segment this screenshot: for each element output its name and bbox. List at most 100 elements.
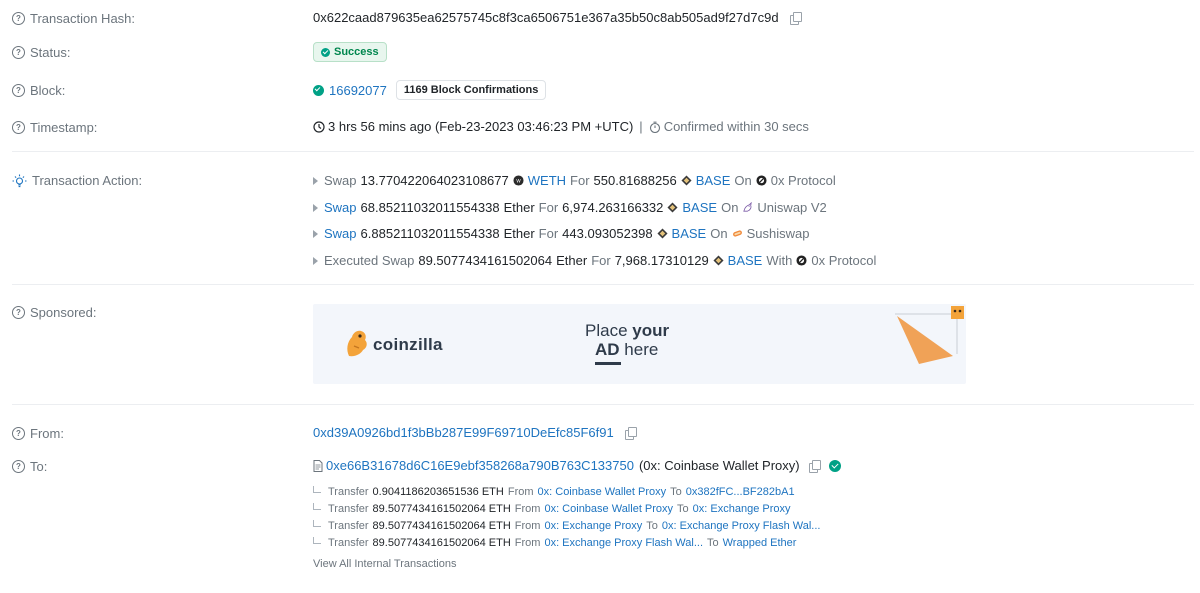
caret-right-icon	[313, 256, 318, 265]
action-amount: 68.85211032011554338	[360, 200, 500, 215]
tx-hash-value-row: 0x622caad879635ea62575745c8f3ca6506751e3…	[313, 10, 802, 25]
ad-brand: coinzilla	[373, 335, 443, 354]
block-number-link[interactable]: 16692077	[329, 83, 387, 98]
contract-file-icon	[313, 459, 323, 472]
tree-branch-icon	[313, 503, 321, 510]
tree-branch-icon	[313, 537, 321, 544]
help-icon[interactable]: ?	[12, 427, 25, 440]
transfer-from-link[interactable]: 0x: Exchange Proxy Flash Wal...	[544, 537, 703, 549]
check-circle-icon	[313, 84, 324, 96]
help-icon[interactable]: ?	[12, 84, 25, 97]
0x-protocol-icon	[796, 255, 807, 266]
base-token-icon	[681, 175, 692, 186]
transfer-to-link[interactable]: 0x: Exchange Proxy Flash Wal...	[662, 520, 821, 532]
internal-transfer-row: Transfer 0.9041186203651536 ETH From 0x:…	[313, 486, 795, 498]
to-address-link[interactable]: 0xe66B31678d6C16E9ebf358268a790B763C1337…	[326, 458, 634, 473]
confirmations-badge: 1169 Block Confirmations	[395, 80, 547, 100]
token-link-weth[interactable]: WETH	[528, 173, 566, 188]
from-value-row: 0xd39A0926bd1f3bBb287E99F69710DeEfc85F6f…	[313, 425, 637, 440]
action-prep: On	[710, 226, 728, 241]
block-label: ? Block:	[12, 83, 65, 98]
clock-icon	[313, 120, 325, 133]
action-amount-out: 6,974.263166332	[562, 200, 664, 215]
help-icon[interactable]: ?	[12, 12, 25, 25]
svg-text:W: W	[516, 178, 521, 184]
status-badge: Success	[313, 42, 387, 62]
verified-check-icon	[828, 459, 841, 472]
stopwatch-icon	[649, 121, 660, 133]
copy-icon[interactable]	[624, 426, 637, 440]
help-icon[interactable]: ?	[12, 460, 25, 473]
transfer-from-link[interactable]: 0x: Coinbase Wallet Proxy	[538, 486, 667, 498]
base-token-icon	[657, 228, 668, 239]
action-amount: 6.885211032011554338	[360, 226, 500, 241]
ad-corner-graphic	[895, 306, 964, 364]
internal-transfer-row: Transfer 89.5077434161502064 ETH From 0x…	[313, 503, 791, 515]
action-verb-link[interactable]: Swap	[324, 226, 357, 241]
token-link-base[interactable]: BASE	[696, 173, 731, 188]
from-address-link[interactable]: 0xd39A0926bd1f3bBb287E99F69710DeEfc85F6f…	[313, 425, 614, 440]
ad-underline	[595, 362, 621, 365]
help-icon[interactable]: ?	[12, 121, 25, 134]
action-for: For	[570, 173, 590, 188]
to-value-row: 0xe66B31678d6C16E9ebf358268a790B763C1337…	[313, 458, 841, 473]
action-verb-link[interactable]: Swap	[324, 200, 357, 215]
transfer-from-link[interactable]: 0x: Exchange Proxy	[544, 520, 642, 532]
base-token-icon	[667, 202, 678, 213]
action-venue[interactable]: Uniswap V2	[757, 200, 826, 215]
confirmed-within: Confirmed within 30 secs	[663, 119, 809, 134]
action-for: For	[538, 200, 559, 215]
status-label: ? Status:	[12, 45, 70, 60]
weth-token-icon: W	[513, 175, 524, 186]
action-verb: Swap	[324, 173, 357, 188]
action-amount: 13.770422064023108677	[360, 173, 509, 188]
action-amount-out: 443.093052398	[562, 226, 653, 241]
action-for: For	[538, 226, 559, 241]
divider	[12, 151, 1194, 152]
uniswap-unicorn-icon	[743, 202, 753, 212]
action-venue[interactable]: 0x Protocol	[811, 253, 876, 268]
to-label: ? To:	[12, 459, 47, 474]
action-token-in: Ether	[503, 226, 535, 241]
check-circle-icon	[321, 47, 330, 57]
timestamp-label: ? Timestamp:	[12, 120, 97, 135]
token-link-base[interactable]: BASE	[728, 253, 763, 268]
block-value-row: 16692077 1169 Block Confirmations	[313, 80, 547, 100]
tx-action-label: Transaction Action:	[12, 173, 142, 188]
token-link-base[interactable]: BASE	[672, 226, 707, 241]
ad-headline: Place your AD here	[585, 321, 670, 359]
transfer-to-link[interactable]: 0x: Exchange Proxy	[693, 503, 791, 515]
action-row: Swap 6.885211032011554338 Ether For 443.…	[313, 226, 809, 241]
base-token-icon	[713, 255, 724, 266]
to-contract-name: (0x: Coinbase Wallet Proxy)	[638, 458, 800, 473]
transfer-to-link[interactable]: 0x382fFC...BF282bA1	[686, 486, 795, 498]
coinzilla-mascot-icon	[347, 330, 367, 357]
action-prep: On	[721, 200, 739, 215]
action-token-in: Ether	[556, 253, 588, 268]
transfer-to-link[interactable]: Wrapped Ether	[723, 537, 797, 549]
sponsored-label: ? Sponsored:	[12, 305, 97, 320]
action-venue[interactable]: 0x Protocol	[771, 173, 836, 188]
transfer-from-link[interactable]: 0x: Coinbase Wallet Proxy	[544, 503, 673, 515]
tx-hash: 0x622caad879635ea62575745c8f3ca6506751e3…	[313, 10, 779, 25]
token-link-base[interactable]: BASE	[682, 200, 717, 215]
action-venue[interactable]: Sushiswap	[747, 226, 810, 241]
copy-icon[interactable]	[808, 459, 821, 473]
divider	[12, 284, 1194, 285]
view-all-internal-link[interactable]: View All Internal Transactions	[313, 558, 456, 570]
action-amount: 89.5077434161502064	[418, 253, 553, 268]
help-icon[interactable]: ?	[12, 46, 25, 59]
action-row: Executed Swap 89.5077434161502064 Ether …	[313, 253, 876, 268]
internal-transfer-row: Transfer 89.5077434161502064 ETH From 0x…	[313, 520, 820, 532]
action-verb: Executed Swap	[324, 253, 415, 268]
caret-right-icon	[313, 229, 318, 238]
divider	[12, 404, 1194, 405]
action-prep: On	[734, 173, 752, 188]
help-icon[interactable]: ?	[12, 306, 25, 319]
sponsored-ad-banner[interactable]: coinzilla Place your AD here	[313, 304, 966, 384]
copy-icon[interactable]	[789, 11, 802, 25]
caret-right-icon	[313, 176, 318, 185]
action-token-in: Ether	[503, 200, 535, 215]
action-for: For	[591, 253, 611, 268]
lightbulb-icon	[12, 174, 27, 187]
